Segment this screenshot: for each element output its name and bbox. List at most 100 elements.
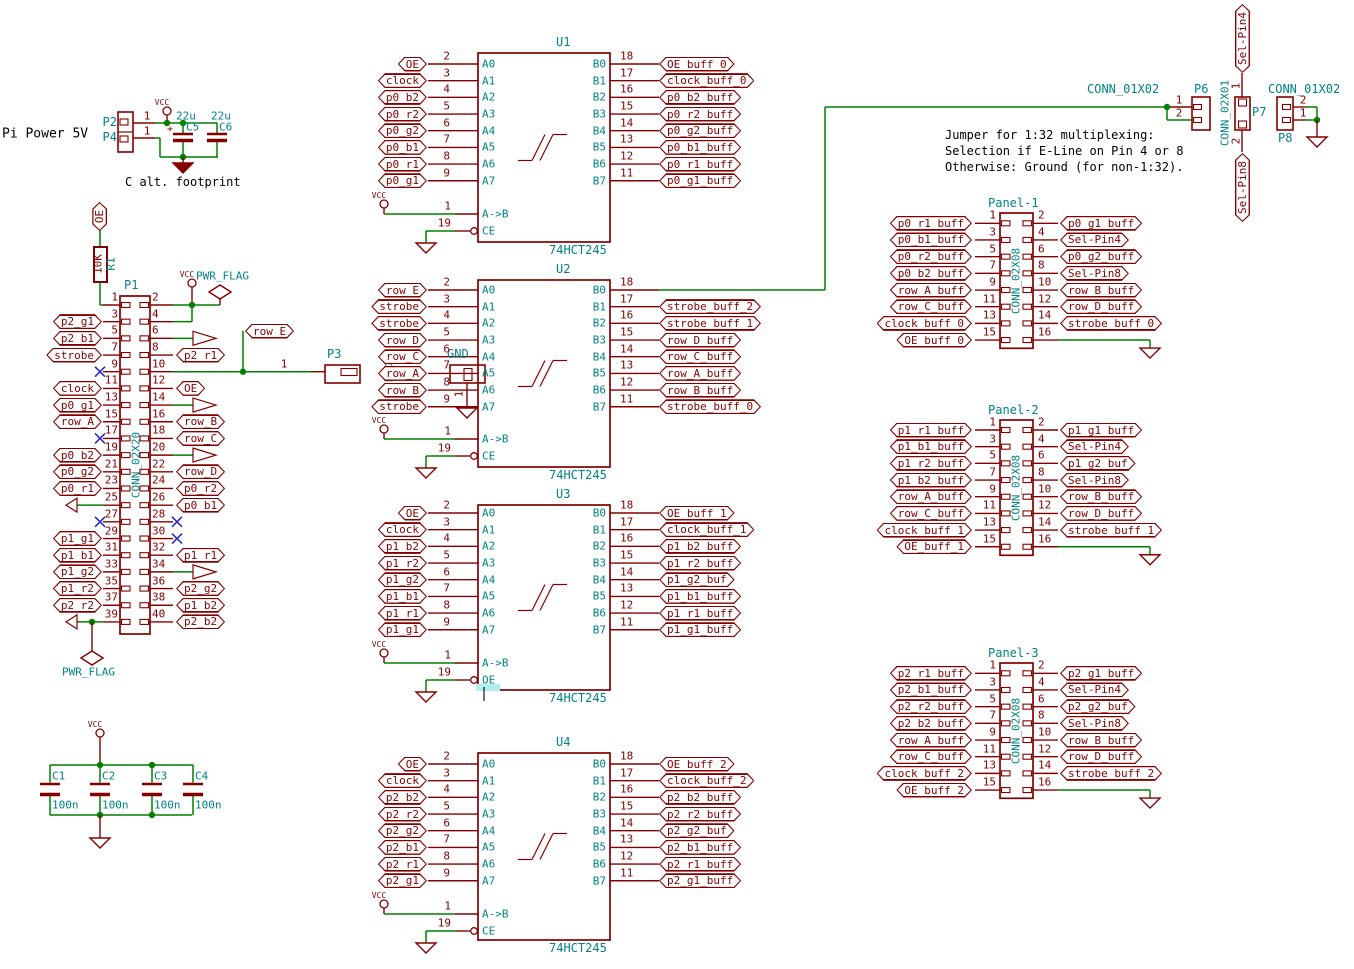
net-label-p1_g2[interactable]: p1_g2 bbox=[378, 572, 427, 587]
net-label-row_D[interactable]: row_D bbox=[176, 464, 225, 479]
component-ref-Panel-3[interactable]: Panel-3 bbox=[988, 647, 1039, 659]
net-label-p1_g1_buff[interactable]: p1_g1_buff bbox=[659, 622, 741, 637]
net-label-p0_b2_buff[interactable]: p0_b2_buff bbox=[890, 266, 972, 281]
component-ref-P2[interactable]: P2 bbox=[103, 116, 117, 128]
net-label-p2_b1[interactable]: p2_b1 bbox=[53, 331, 102, 346]
net-label-p1_r2[interactable]: p1_r2 bbox=[53, 581, 102, 596]
net-label-p1_b1[interactable]: p1_b1 bbox=[53, 548, 102, 563]
net-label-row_A[interactable]: row_A bbox=[378, 366, 427, 381]
component-ref-Panel-2[interactable]: Panel-2 bbox=[988, 404, 1039, 416]
component-ref-C6[interactable]: C6 bbox=[219, 122, 232, 133]
net-label-p2_r1[interactable]: p2_r1 bbox=[378, 857, 427, 872]
net-label-p0_r1[interactable]: p0_r1 bbox=[378, 157, 427, 172]
net-label-Sel-Pin4[interactable]: Sel-Pin4 bbox=[1060, 232, 1129, 247]
net-label-OE_buff_0[interactable]: OE_buff_0 bbox=[659, 57, 735, 72]
component-ref-C2[interactable]: C2 bbox=[102, 771, 115, 782]
net-label-OE[interactable]: OE bbox=[398, 757, 427, 772]
net-label-OE_buff_1[interactable]: OE_buff_1 bbox=[896, 539, 972, 554]
component-ref-C3[interactable]: C3 bbox=[154, 771, 167, 782]
net-label-p0_r1_buff[interactable]: p0_r1_buff bbox=[659, 157, 741, 172]
net-label-p2_g2_buf[interactable]: p2_g2_buf bbox=[1060, 699, 1136, 714]
net-label-p0_g2_buff[interactable]: p0_g2_buff bbox=[659, 123, 741, 138]
net-label-p1_r2_buff[interactable]: p1_r2_buff bbox=[659, 556, 741, 571]
net-label-row_E[interactable]: row_E bbox=[245, 324, 294, 339]
net-label-row_B[interactable]: row_B bbox=[378, 383, 427, 398]
net-label-p1_b2[interactable]: p1_b2 bbox=[176, 598, 225, 613]
net-label-p2_r1[interactable]: p2_r1 bbox=[176, 348, 225, 363]
net-label-clock_buff_2[interactable]: clock_buff_2 bbox=[659, 773, 754, 788]
net-label-strobe_buff_0[interactable]: strobe_buff_0 bbox=[659, 399, 761, 414]
net-label-p1_g2_buf[interactable]: p1_g2_buf bbox=[659, 572, 735, 587]
component-ref-U3[interactable]: U3 bbox=[556, 488, 570, 500]
net-label-row_A_buff[interactable]: row_A_buff bbox=[890, 733, 972, 748]
net-label-row_A_buff[interactable]: row_A_buff bbox=[890, 283, 972, 298]
net-label-p1_r1[interactable]: p1_r1 bbox=[378, 606, 427, 621]
net-label-row_D[interactable]: row_D bbox=[378, 333, 427, 348]
net-label-p1_r1_buff[interactable]: p1_r1_buff bbox=[890, 423, 972, 438]
net-label-row_C_buff[interactable]: row_C_buff bbox=[890, 299, 972, 314]
component-ref-U4[interactable]: U4 bbox=[556, 736, 570, 748]
net-label-p0_r1_buff[interactable]: p0_r1_buff bbox=[890, 216, 972, 231]
net-label-p2_r2[interactable]: p2_r2 bbox=[378, 807, 427, 822]
net-label-clock_buff_2[interactable]: clock_buff_2 bbox=[877, 766, 972, 781]
net-label-p0_b1_buff[interactable]: p0_b1_buff bbox=[659, 140, 741, 155]
net-label-strobe[interactable]: strobe bbox=[371, 316, 427, 331]
net-label-p1_b2_buff[interactable]: p1_b2_buff bbox=[659, 539, 741, 554]
component-ref-R1[interactable]: R1 bbox=[106, 257, 117, 270]
net-label-OE_buff_0[interactable]: OE_buff_0 bbox=[896, 333, 972, 348]
net-label-p1_g1[interactable]: p1_g1 bbox=[378, 622, 427, 637]
net-label-strobe_buff_0[interactable]: strobe_buff_0 bbox=[1060, 316, 1162, 331]
net-label-p1_r2_buff[interactable]: p1_r2_buff bbox=[890, 456, 972, 471]
net-label-p2_g1_buff[interactable]: p2_g1_buff bbox=[1060, 666, 1142, 681]
component-ref-U1[interactable]: U1 bbox=[556, 36, 570, 48]
component-ref-U2[interactable]: U2 bbox=[556, 263, 570, 275]
net-label-OE[interactable]: OE bbox=[176, 381, 205, 396]
net-label-Sel-Pin8[interactable]: Sel-Pin8 bbox=[1060, 716, 1129, 731]
net-label-clock_buff_0[interactable]: clock_buff_0 bbox=[659, 73, 754, 88]
net-label-p0_g2_buff[interactable]: p0_g2_buff bbox=[1060, 249, 1142, 264]
net-label-p2_b1_buff[interactable]: p2_b1_buff bbox=[659, 840, 741, 855]
component-ref-P1[interactable]: P1 bbox=[124, 279, 138, 291]
net-label-p0_b2[interactable]: p0_b2 bbox=[378, 90, 427, 105]
net-label-row_C_buff[interactable]: row_C_buff bbox=[890, 506, 972, 521]
net-label-row_A[interactable]: row_A bbox=[53, 414, 102, 429]
net-label-p2_r2_buff[interactable]: p2_r2_buff bbox=[659, 807, 741, 822]
net-label-row_D_buff[interactable]: row_D_buff bbox=[1060, 506, 1142, 521]
net-label-row_C_buff[interactable]: row_C_buff bbox=[659, 349, 741, 364]
net-label-OE_buff_2[interactable]: OE_buff_2 bbox=[896, 783, 972, 798]
net-label-p0_b2[interactable]: p0_b2 bbox=[53, 448, 102, 463]
net-label-p2_b2_buff[interactable]: p2_b2_buff bbox=[890, 716, 972, 731]
net-label-clock[interactable]: clock bbox=[378, 522, 427, 537]
net-label-Sel-Pin4[interactable]: Sel-Pin4 bbox=[1234, 4, 1249, 73]
net-label-p2_b1_buff[interactable]: p2_b1_buff bbox=[890, 682, 972, 697]
net-label-clock_buff_1[interactable]: clock_buff_1 bbox=[877, 523, 972, 538]
net-label-p1_g2[interactable]: p1_g2 bbox=[53, 564, 102, 579]
net-label-p1_b1[interactable]: p1_b1 bbox=[378, 589, 427, 604]
net-label-p1_r2[interactable]: p1_r2 bbox=[378, 556, 427, 571]
net-label-p1_g2_buf[interactable]: p1_g2_buf bbox=[1060, 456, 1136, 471]
net-label-OE_buff_2[interactable]: OE_buff_2 bbox=[659, 757, 735, 772]
net-label-row_D_buff[interactable]: row_D_buff bbox=[659, 333, 741, 348]
net-label-p1_b2[interactable]: p1_b2 bbox=[378, 539, 427, 554]
net-label-p0_g1[interactable]: p0_g1 bbox=[378, 173, 427, 188]
net-label-p0_g1[interactable]: p0_g1 bbox=[53, 398, 102, 413]
net-label-p2_r2[interactable]: p2_r2 bbox=[53, 598, 102, 613]
component-ref-P3[interactable]: P3 bbox=[327, 348, 341, 360]
net-label-strobe_buff_1[interactable]: strobe_buff_1 bbox=[659, 316, 761, 331]
net-label-p2_r2_buff[interactable]: p2_r2_buff bbox=[890, 699, 972, 714]
net-label-row_B_buff[interactable]: row_B_buff bbox=[1060, 733, 1142, 748]
net-label-row_C[interactable]: row_C bbox=[378, 349, 427, 364]
net-label-OE_buff_1[interactable]: OE_buff_1 bbox=[659, 506, 735, 521]
net-label-p0_r2_buff[interactable]: p0_r2_buff bbox=[659, 107, 741, 122]
net-label-row_B[interactable]: row_B bbox=[176, 414, 225, 429]
net-label-row_D_buff[interactable]: row_D_buff bbox=[1060, 299, 1142, 314]
net-label-p2_r1_buff[interactable]: p2_r1_buff bbox=[890, 666, 972, 681]
net-label-row_B_buff[interactable]: row_B_buff bbox=[1060, 489, 1142, 504]
net-label-Sel-Pin8[interactable]: Sel-Pin8 bbox=[1234, 153, 1249, 222]
net-label-clock_buff_1[interactable]: clock_buff_1 bbox=[659, 522, 754, 537]
net-label-p2_g2_buf[interactable]: p2_g2_buf bbox=[659, 823, 735, 838]
net-label-row_B_buff[interactable]: row_B_buff bbox=[1060, 283, 1142, 298]
net-label-p0_r2[interactable]: p0_r2 bbox=[176, 481, 225, 496]
net-label-p0_r1[interactable]: p0_r1 bbox=[53, 481, 102, 496]
net-label-p0_b1[interactable]: p0_b1 bbox=[378, 140, 427, 155]
